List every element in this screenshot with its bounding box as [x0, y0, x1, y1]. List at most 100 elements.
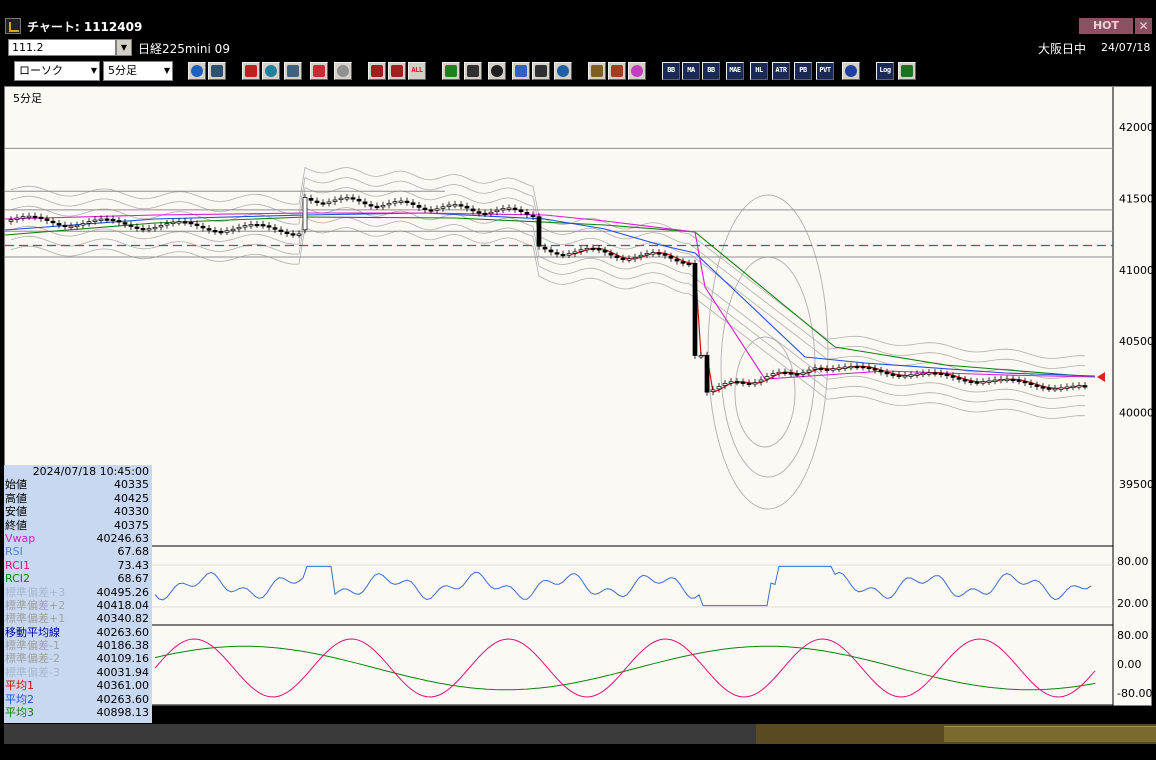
scroll-track-left[interactable]: [4, 724, 756, 744]
info-value: 40246.63: [96, 531, 150, 545]
mae-button[interactable]: MAE: [726, 62, 744, 80]
log-button-label: Log: [879, 66, 891, 74]
upper-band: [10, 176, 1086, 369]
scroll-thumb[interactable]: [944, 726, 1156, 742]
candle-body: [1076, 385, 1082, 388]
bb2-button[interactable]: BB: [702, 62, 720, 80]
candle-body: [1010, 378, 1016, 382]
candle-body: [98, 218, 104, 221]
candle-body: [44, 218, 50, 221]
ma-button[interactable]: MA: [682, 62, 700, 80]
candle-body: [710, 389, 716, 393]
candle-body: [734, 381, 740, 384]
info-row: Vwap 40246.63: [4, 532, 152, 545]
log-button[interactable]: Log: [876, 62, 894, 80]
info-value: 40418.04: [96, 598, 150, 612]
symbol-dropdown-arrow[interactable]: ▼: [116, 39, 132, 56]
frame-icon[interactable]: [842, 62, 860, 80]
candle-body: [884, 372, 890, 375]
moving-averages: [5, 212, 1096, 394]
draw-line-icon[interactable]: [442, 62, 460, 80]
rsi-tick-label: 20.00: [1117, 597, 1149, 610]
ma-button-label: MA: [687, 66, 695, 74]
candle-body: [1004, 378, 1010, 382]
table-icon[interactable]: [208, 62, 226, 80]
candle-body: [872, 368, 878, 371]
info-value: 40335: [114, 478, 149, 492]
glyph: [211, 65, 223, 77]
chevron-down-icon: ▼: [163, 66, 170, 75]
candle-body: [842, 366, 848, 369]
chart-window-icon[interactable]: [284, 62, 302, 80]
candle-body: [488, 211, 494, 215]
hot-button[interactable]: HOT: [1079, 18, 1133, 34]
hl-button[interactable]: HL: [750, 62, 768, 80]
bollinger-button[interactable]: BB: [662, 62, 680, 80]
time-scrollbar[interactable]: [4, 724, 1156, 744]
settings-icon[interactable]: [588, 62, 606, 80]
candle-body: [956, 377, 962, 380]
interval-select[interactable]: 5分足 ▼: [103, 61, 173, 81]
chart-area[interactable]: 42000 41500 41000 40500 40000 39500 80.00 20.00…: [4, 86, 1153, 707]
candle-body: [548, 249, 554, 253]
export-icon[interactable]: [898, 62, 916, 80]
candle-body: [290, 233, 296, 236]
trash-icon[interactable]: [554, 62, 572, 80]
candle-compare-icon[interactable]: [388, 62, 406, 80]
candle-body: [662, 253, 668, 256]
candle-body: [1040, 386, 1046, 389]
color-icon[interactable]: [628, 62, 646, 80]
info-value: 40361.00: [96, 679, 150, 693]
rci1-line: [154, 638, 1096, 698]
info-label: RCI1: [5, 558, 31, 572]
candle-icon[interactable]: [368, 62, 386, 80]
candle-body: [332, 199, 338, 202]
expand-arrows-icon[interactable]: [310, 62, 328, 80]
pb-button-label: PB: [799, 66, 807, 74]
cursor-icon[interactable]: [488, 62, 506, 80]
candle-body: [284, 231, 290, 234]
chart-type-select[interactable]: ローソク ▼: [14, 61, 100, 81]
candle-body: [782, 371, 788, 374]
pen-icon[interactable]: [608, 62, 626, 80]
hand-icon[interactable]: [242, 62, 260, 80]
glyph: [245, 65, 257, 77]
candle-body: [182, 221, 188, 224]
candle-body: [1046, 387, 1052, 390]
zoom-icon[interactable]: [188, 62, 206, 80]
candle-body: [722, 383, 728, 386]
zoom-select-icon[interactable]: [262, 62, 280, 80]
candle-body: [296, 233, 302, 236]
candle-body: [620, 257, 626, 261]
glyph: [631, 65, 643, 77]
memo-icon[interactable]: [532, 62, 550, 80]
candle-body: [584, 248, 590, 251]
symbol-input[interactable]: [8, 39, 116, 56]
candle-body: [140, 228, 146, 231]
candle-body: [566, 253, 572, 256]
symbol-name: 日経225mini 09: [138, 42, 230, 56]
band-envelope: [734, 336, 796, 448]
chart-canvas[interactable]: 42000 41500 41000 40500 40000 39500 80.00 20.00…: [5, 87, 1153, 707]
all-button[interactable]: ALL: [408, 62, 426, 80]
date-label: 24/07/18: [1101, 41, 1151, 54]
info-label: 始値: [5, 478, 27, 492]
candle-body: [116, 220, 122, 223]
info-value: 73.43: [117, 558, 150, 572]
candle-body: [110, 218, 116, 222]
pvt-button[interactable]: PVT: [816, 62, 834, 80]
mae-button-label: MAE: [729, 66, 741, 74]
info-icon[interactable]: [334, 62, 352, 80]
info-value: 40375: [114, 518, 149, 532]
candle-body: [314, 200, 320, 203]
candle-body: [578, 249, 584, 252]
candle-body: [164, 223, 170, 226]
candle-body: [572, 251, 578, 254]
undo-icon[interactable]: [512, 62, 530, 80]
atr-button[interactable]: ATR: [772, 62, 790, 80]
info-label: 高値: [5, 491, 27, 505]
draw-trend-icon[interactable]: [464, 62, 482, 80]
pb-button[interactable]: PB: [794, 62, 812, 80]
info-label: Vwap: [5, 531, 36, 545]
close-button[interactable]: ✕: [1135, 18, 1152, 34]
